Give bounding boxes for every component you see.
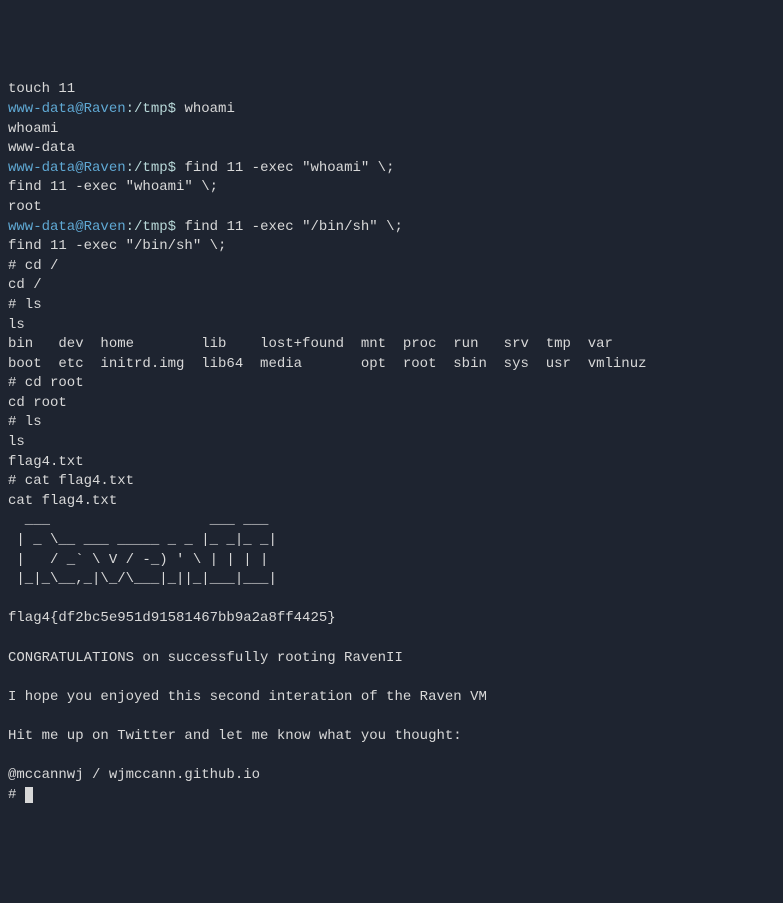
ascii-art-5: [8, 591, 235, 607]
prompt-path: :/tmp$: [126, 160, 176, 176]
ls-output-2: boot etc initrd.img lib64 media opt root…: [8, 356, 647, 372]
prompt-path: :/tmp$: [126, 219, 176, 235]
twitter-text: Hit me up on Twitter and let me know wha…: [8, 728, 462, 744]
output-flag4: flag4.txt: [8, 454, 84, 470]
echo-find-sh: find 11 -exec "/bin/sh" \;: [8, 238, 226, 254]
echo-find-whoami: find 11 -exec "whoami" \;: [8, 179, 218, 195]
ls-output-1: bin dev home lib lost+found mnt proc run…: [8, 336, 613, 352]
cmd-whoami: whoami: [184, 101, 234, 117]
echo-cd-slash: cd /: [8, 277, 42, 293]
ascii-art-4: |_|_\__,_|\_/\___|_||_|___|___|: [8, 571, 277, 587]
ascii-art-1: ___ ___ ___: [8, 512, 277, 528]
line-cat: # cat flag4.txt: [8, 473, 134, 489]
hope-text: I hope you enjoyed this second interatio…: [8, 689, 487, 705]
echo-cd-root: cd root: [8, 395, 67, 411]
cmd-find-whoami: find 11 -exec "whoami" \;: [184, 160, 394, 176]
cmd-find-sh: find 11 -exec "/bin/sh" \;: [184, 219, 402, 235]
line-cd-root: # cd root: [8, 375, 84, 391]
output-root: root: [8, 199, 42, 215]
prompt-user-host: www-data@Raven: [8, 101, 126, 117]
prompt-user-host: www-data@Raven: [8, 219, 126, 235]
line-cd-slash: # cd /: [8, 258, 58, 274]
final-prompt: #: [8, 787, 25, 803]
ascii-art-3: | / _` \ V / -_) ' \ | | | |: [8, 552, 277, 568]
flag-text: flag4{df2bc5e951d91581467bb9a2a8ff4425}: [8, 610, 336, 626]
congrats-text: CONGRATULATIONS on successfully rooting …: [8, 650, 403, 666]
line-touch: touch 11: [8, 81, 75, 97]
output-wwwdata: www-data: [8, 140, 75, 156]
echo-ls: ls: [8, 317, 25, 333]
prompt-user-host: www-data@Raven: [8, 160, 126, 176]
line-ls2: # ls: [8, 414, 42, 430]
ascii-art-2: | _ \__ ___ _____ _ _ |_ _|_ _|: [8, 532, 277, 548]
prompt-path: :/tmp$: [126, 101, 176, 117]
echo-whoami: whoami: [8, 121, 58, 137]
terminal-output[interactable]: touch 11 www-data@Raven:/tmp$ whoami who…: [8, 80, 775, 805]
handle-text: @mccannwj / wjmccann.github.io: [8, 767, 260, 783]
cursor-icon: [25, 787, 33, 803]
echo-ls2: ls: [8, 434, 25, 450]
echo-cat: cat flag4.txt: [8, 493, 117, 509]
line-ls: # ls: [8, 297, 42, 313]
